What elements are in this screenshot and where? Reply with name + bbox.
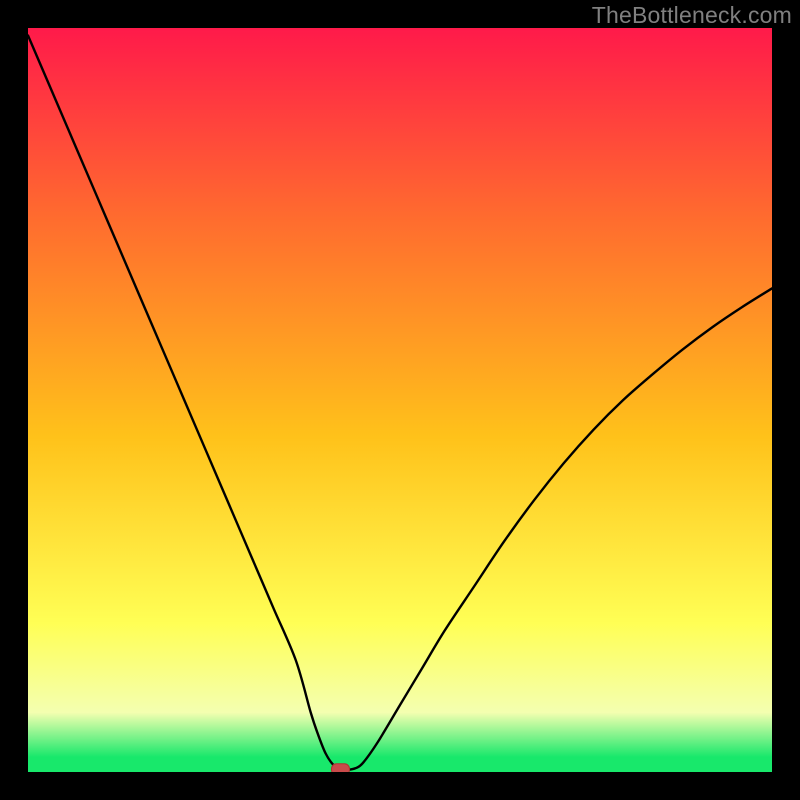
watermark-text: TheBottleneck.com — [592, 2, 792, 29]
chart-frame — [28, 28, 772, 772]
gradient-background — [28, 28, 772, 772]
optimal-point-marker — [331, 764, 349, 772]
chart-svg — [28, 28, 772, 772]
